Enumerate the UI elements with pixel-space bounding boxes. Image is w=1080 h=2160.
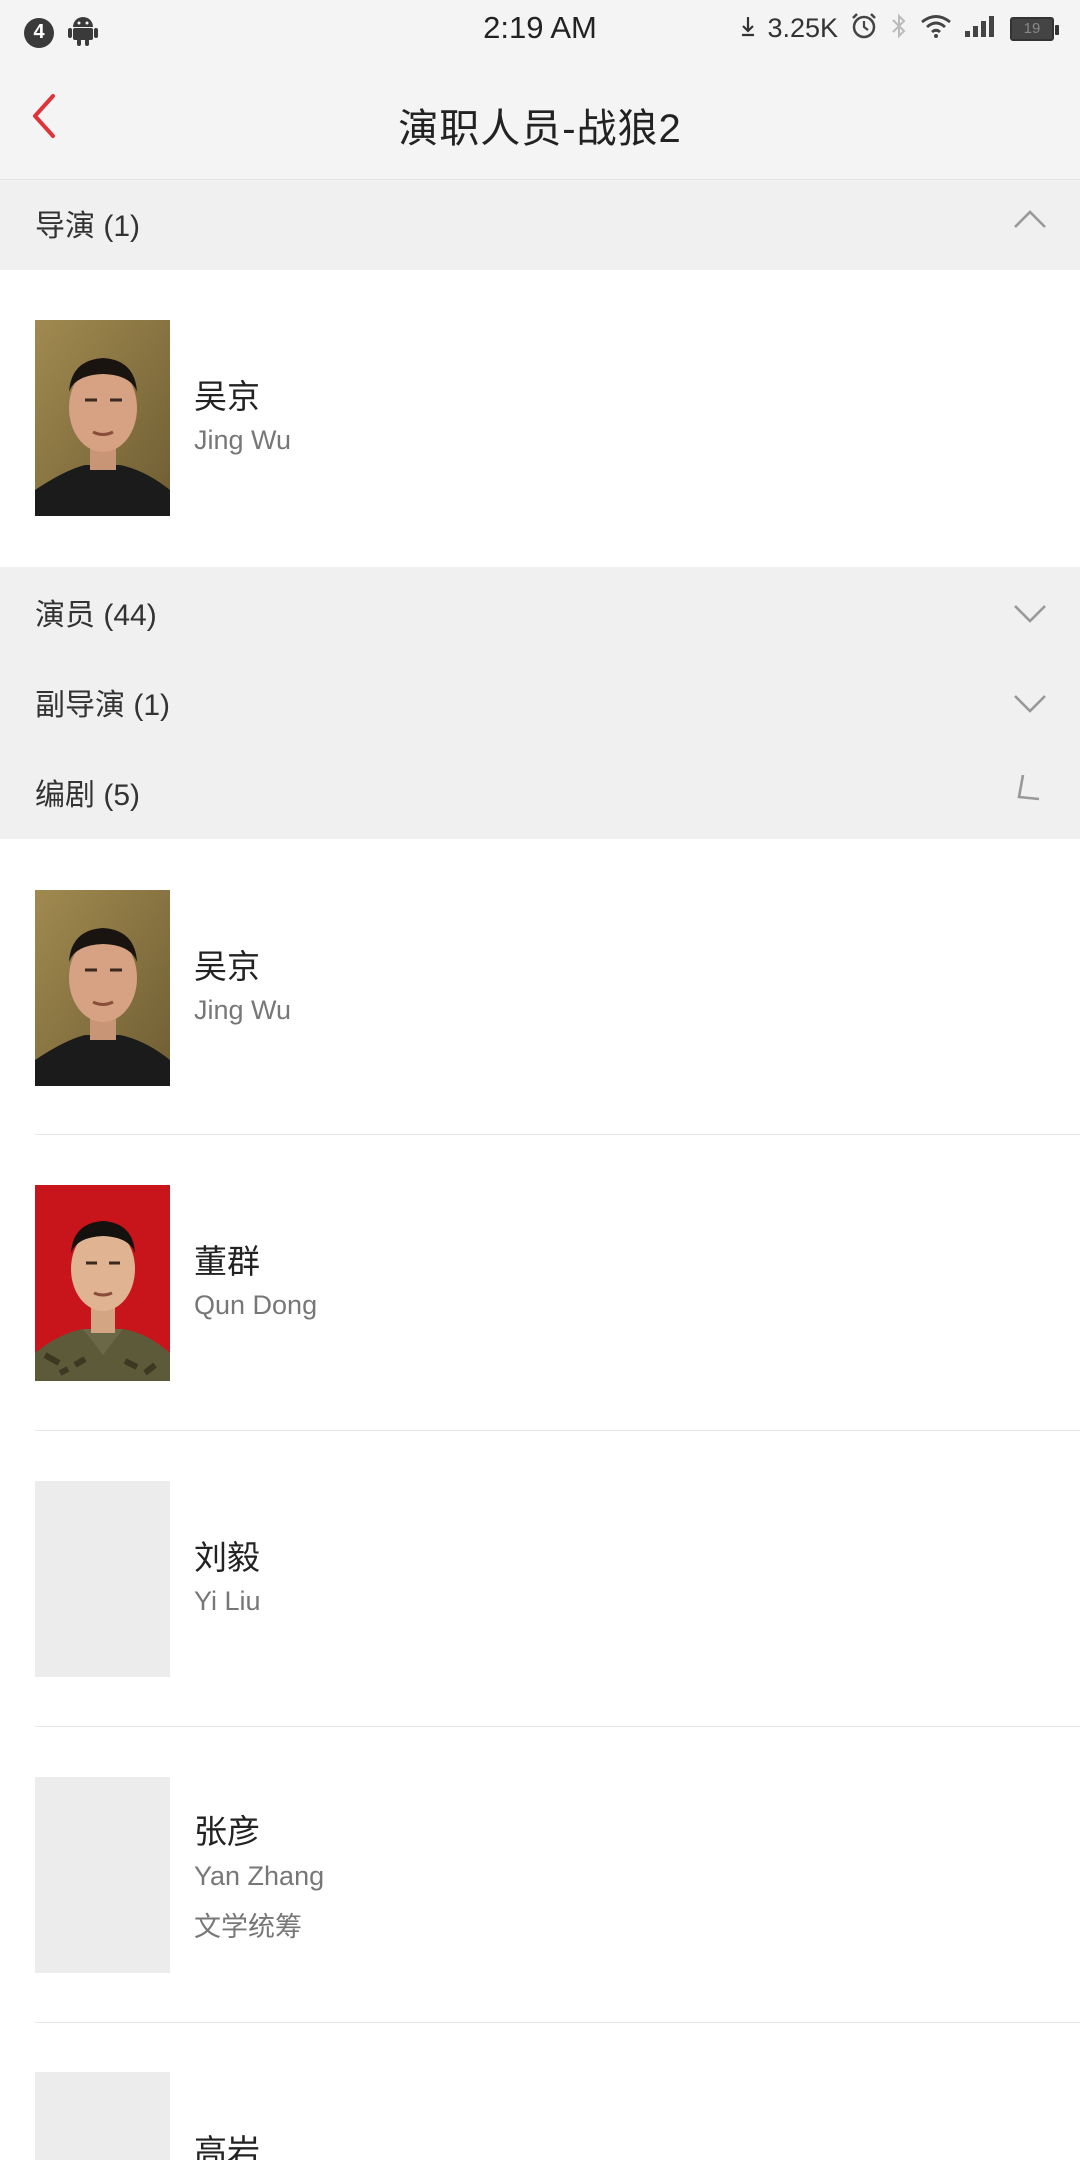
list-item-screenwriter[interactable]: 高岩 [0,2023,1080,2160]
section-cast[interactable]: 演员 (44) [0,567,1080,657]
chevron-down-icon [1010,683,1050,723]
page-title: 演职人员-战狼2 [398,107,682,151]
list-item-screenwriter[interactable]: 董群 Qun Dong [0,1135,1080,1431]
person-role: 文学统筹 [194,1912,302,1942]
section-group: 演员 (44) 副导演 (1) 编剧 (5) [0,567,1080,839]
person-name: 吴京 [194,948,260,985]
navigation-bar: 演职人员-战狼2 [0,58,1080,180]
section-label-cast: 演员 (44) [35,599,157,632]
person-name: 张彦 [194,1813,260,1850]
battery-icon: 19 [1010,16,1059,41]
avatar [35,890,170,1086]
avatar [35,1185,170,1381]
section-label-screenwriter: 编剧 (5) [35,779,140,812]
section-label-assistant-director: 副导演 (1) [35,689,170,722]
status-right: 3.25K 19 [741,12,1059,45]
person-name: 吴京 [194,378,260,415]
person-english-name: Yi Liu [194,1586,261,1616]
avatar-placeholder [35,2072,170,2160]
list-item-screenwriter[interactable]: 刘毅 Yi Liu [0,1431,1080,1727]
list-item-screenwriter[interactable]: 张彦 Yan Zhang 文学统筹 [0,1727,1080,2023]
person-english-name: Jing Wu [194,995,292,1025]
battery-level: 19 [1023,20,1041,37]
download-icon [741,15,755,42]
avatar-placeholder [35,1777,170,1973]
avatar [35,320,170,516]
person-english-name: Qun Dong [194,1290,318,1320]
alarm-icon [850,12,878,45]
section-director[interactable]: 导演 (1) [0,181,1080,270]
section-screenwriter[interactable]: 编剧 (5) [0,747,1080,837]
bluetooth-icon [890,12,908,45]
list-item-director[interactable]: 吴京 Jing Wu [0,270,1080,567]
section-assistant-director[interactable]: 副导演 (1) [0,657,1080,747]
chevron-up-icon [1010,199,1050,239]
chevron-rotating-icon [1010,767,1050,807]
wifi-icon [920,13,952,44]
section-label-director: 导演 (1) [35,210,140,243]
signal-icon [964,14,998,43]
net-speed: 3.25K [767,13,838,43]
person-english-name: Jing Wu [194,425,292,455]
avatar-placeholder [35,1481,170,1677]
person-name: 高岩 [194,2133,260,2160]
person-english-name: Yan Zhang [194,1861,325,1891]
list-item-screenwriter[interactable]: 吴京 Jing Wu [0,839,1080,1135]
person-name: 刘毅 [194,1539,260,1576]
status-bar: 4 2:19 AM 3.25K 19 [0,0,1080,58]
chevron-down-icon [1010,593,1050,633]
person-name: 董群 [194,1243,260,1280]
